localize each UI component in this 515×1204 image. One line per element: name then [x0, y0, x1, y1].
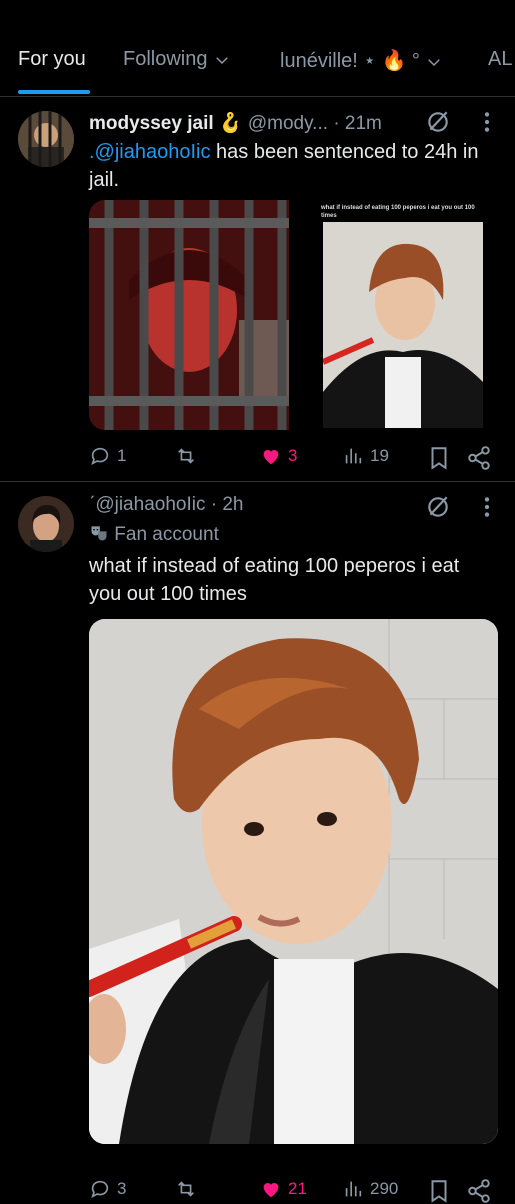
handle[interactable]: @mody...	[248, 113, 328, 134]
views-icon	[345, 1181, 362, 1197]
screenshot-caption: what if instead of eating 100 peperos i …	[321, 205, 475, 219]
bookmark-icon[interactable]	[426, 1178, 452, 1204]
retweet-button[interactable]	[175, 445, 197, 467]
more-icon[interactable]	[474, 109, 500, 135]
view-count: 19	[370, 446, 389, 465]
grok-icon[interactable]	[425, 494, 451, 520]
views-button[interactable]: 19	[342, 445, 389, 467]
like-button[interactable]: 21	[260, 1178, 307, 1200]
like-count: 3	[288, 446, 298, 465]
retweet-button[interactable]	[175, 1178, 197, 1200]
heart-filled-icon	[263, 450, 279, 465]
reply-count: 1	[117, 446, 127, 465]
mention-link[interactable]: .@jiahaohoIic	[89, 141, 210, 163]
profile-photo	[18, 496, 74, 552]
active-tab-indicator	[18, 90, 90, 94]
reply-icon	[91, 1180, 109, 1198]
tab-following[interactable]: Following	[123, 48, 231, 71]
account-label-text: Fan account	[114, 524, 219, 545]
tweet-text: what if instead of eating 100 peperos i …	[89, 555, 460, 605]
quoted-screenshot[interactable]: what if instead of eating 100 peperos i …	[291, 200, 498, 430]
avatar[interactable]	[18, 496, 74, 552]
heart-filled-icon	[263, 1183, 279, 1198]
tweet[interactable]: ˊ@jiahaohoIic · 2h Fan account what if i…	[0, 482, 515, 1203]
more-icon[interactable]	[474, 494, 500, 520]
avatar[interactable]	[18, 111, 74, 167]
handle[interactable]: ˊ@jiahaohoIic	[89, 494, 205, 515]
chevron-down-icon	[428, 58, 441, 66]
timestamp[interactable]: · 2h	[211, 494, 244, 515]
share-icon[interactable]	[466, 1178, 492, 1204]
tab-list-label: lunéville! ⋆ 🔥 °	[280, 50, 420, 72]
like-button[interactable]: 3	[260, 445, 297, 467]
retweet-icon	[178, 448, 194, 464]
share-icon[interactable]	[466, 445, 492, 471]
retweet-icon	[178, 1181, 194, 1197]
tab-for-you[interactable]: For you	[18, 48, 86, 71]
timeline-tabs: For you Following lunéville! ⋆ 🔥 ° AL	[0, 40, 515, 96]
reply-button[interactable]: 3	[89, 1178, 126, 1200]
tab-following-label: Following	[123, 48, 208, 70]
grok-icon[interactable]	[425, 109, 451, 135]
reply-count: 3	[117, 1179, 127, 1198]
tab-al[interactable]: AL	[488, 48, 512, 71]
jail-avatar-image	[18, 111, 74, 167]
jail-photo-image	[89, 200, 289, 430]
timestamp[interactable]: · 21m	[333, 113, 382, 134]
tab-list[interactable]: lunéville! ⋆ 🔥 °	[280, 48, 443, 73]
reply-button[interactable]: 1	[89, 445, 126, 467]
views-icon	[345, 448, 362, 464]
tweet-text: .@jiahaohoIic has been sentenced to 24h …	[89, 138, 499, 194]
selfie-thumbnail	[323, 222, 483, 428]
reply-icon	[91, 447, 109, 465]
view-count: 290	[370, 1179, 399, 1198]
masks-icon	[91, 526, 107, 541]
like-count: 21	[288, 1179, 307, 1198]
views-button[interactable]: 290	[342, 1178, 398, 1200]
tweet[interactable]: modyssey jail 🪝 @mody... · 21m .@jiahaoh…	[0, 97, 515, 481]
tweet-photo[interactable]	[89, 619, 498, 1144]
jail-photo[interactable]	[89, 200, 289, 430]
display-name[interactable]: modyssey jail 🪝	[89, 113, 243, 134]
selfie-image	[89, 619, 498, 1144]
chevron-down-icon	[216, 56, 228, 64]
bookmark-icon[interactable]	[426, 445, 452, 471]
account-label: Fan account	[89, 523, 219, 546]
